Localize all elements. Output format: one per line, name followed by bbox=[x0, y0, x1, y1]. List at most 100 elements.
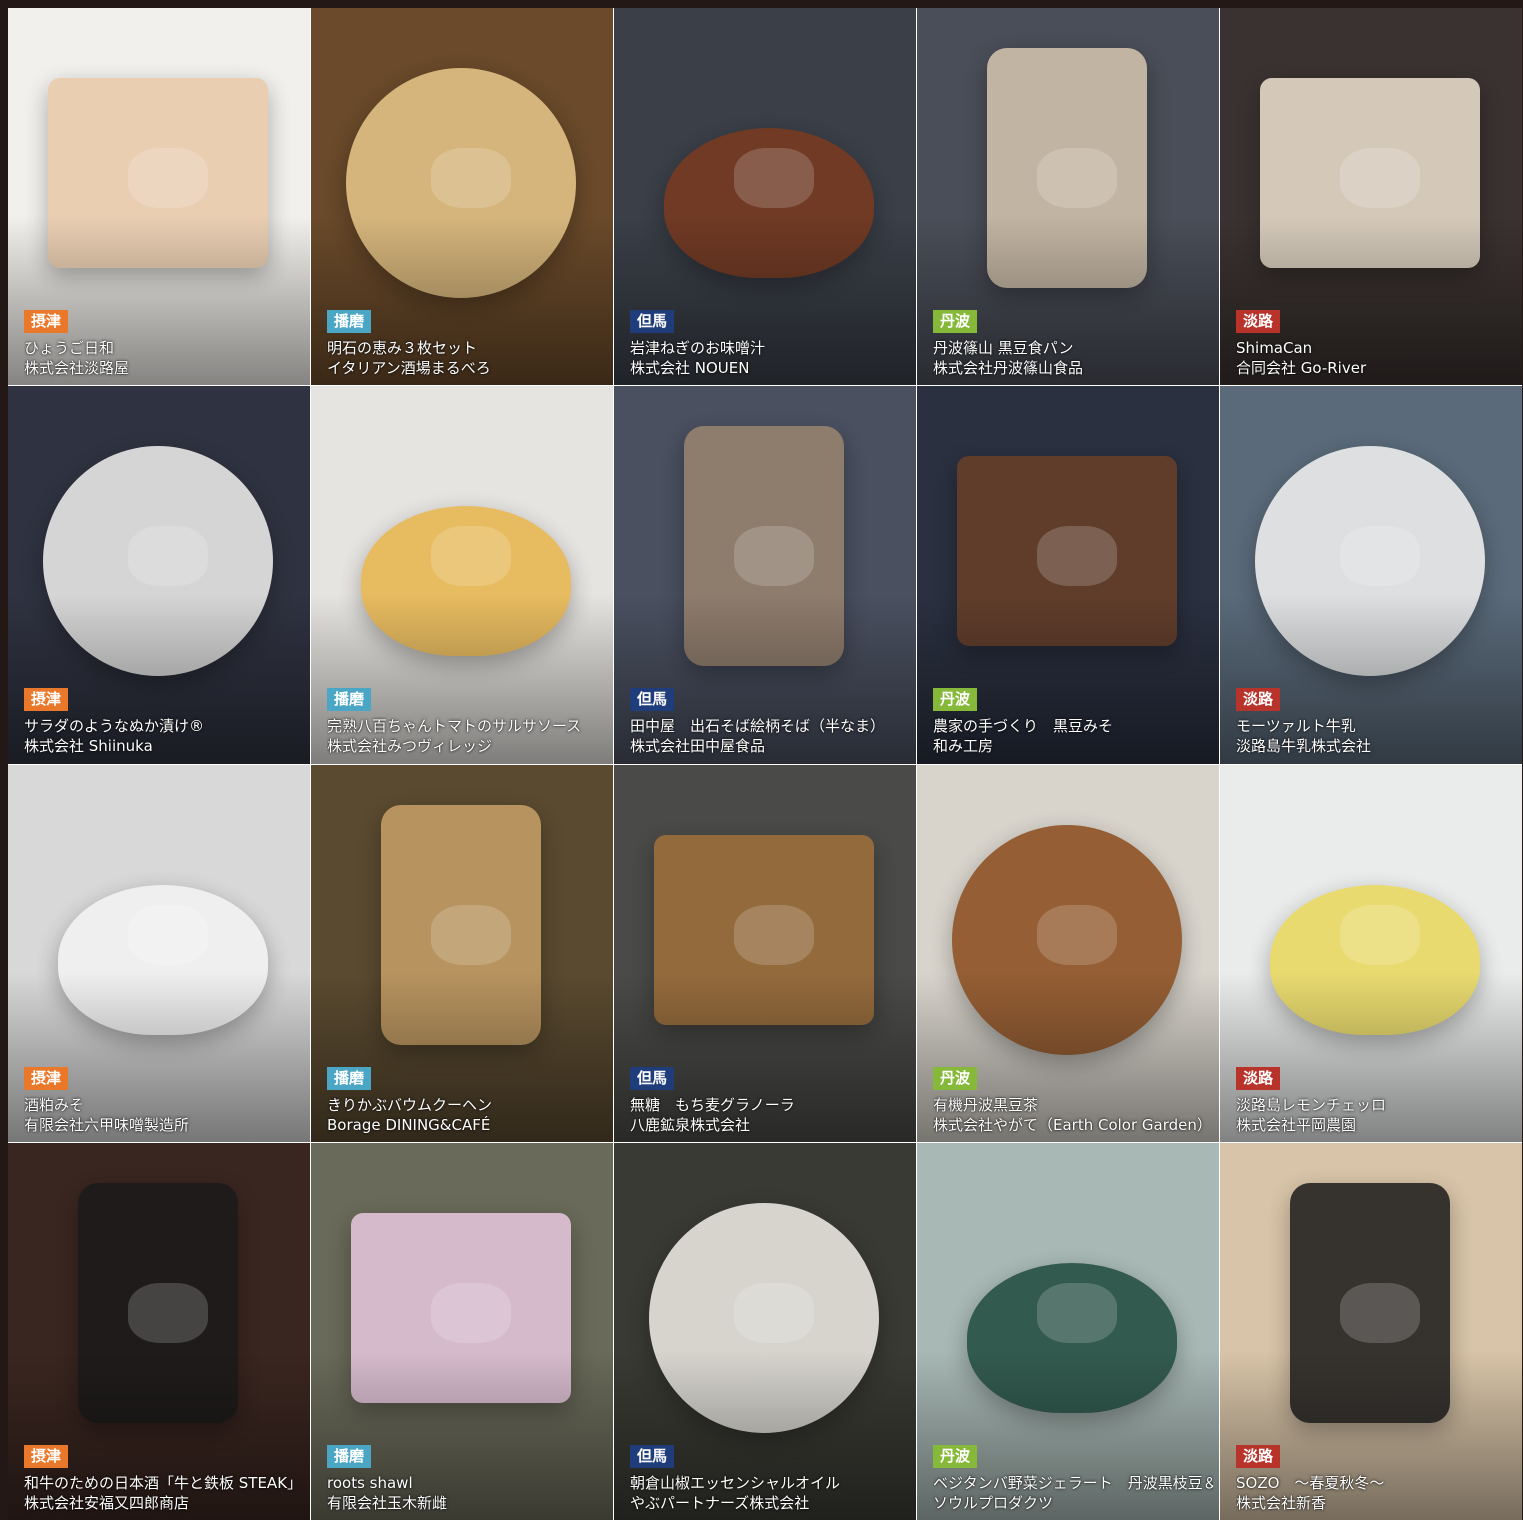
product-name: サラダのようなぬか漬け® bbox=[24, 717, 205, 736]
company-name: 和み工房 bbox=[933, 737, 994, 756]
product-name: 有機丹波黒豆茶 bbox=[933, 1095, 1039, 1114]
product-caption: ひょうご日和 株式会社淡路屋 bbox=[24, 338, 304, 378]
product-caption: ShimaCan 合同会社 Go-River bbox=[1236, 338, 1516, 378]
company-name: 株式会社やがて（Earth Color Garden） bbox=[933, 1115, 1212, 1134]
company-name: 株式会社新香 bbox=[1236, 1493, 1327, 1512]
product-name: 淡路島レモンチェッロ bbox=[1236, 1095, 1387, 1114]
region-badge: 播磨 bbox=[327, 310, 372, 333]
company-name: 有限会社六甲味噌製造所 bbox=[24, 1115, 190, 1134]
product-name: 農家の手づくり 黒豆みそ bbox=[933, 717, 1114, 736]
company-name: やぶパートナーズ株式会社 bbox=[630, 1493, 810, 1512]
company-name: 株式会社 Shiinuka bbox=[24, 737, 153, 756]
product-name: ShimaCan bbox=[1236, 339, 1313, 357]
product-name: roots shawl bbox=[327, 1473, 413, 1492]
region-badge: 但馬 bbox=[630, 310, 675, 333]
product-caption: 田中屋 出石そば絵柄そば（半なま） 株式会社田中屋食品 bbox=[630, 716, 910, 756]
region-badge: 但馬 bbox=[630, 688, 675, 712]
product-name: モーツァルト牛乳 bbox=[1236, 717, 1356, 736]
region-badge: 淡路 bbox=[1236, 310, 1281, 333]
product-name: ベジタンバ野菜ジェラート 丹波黒枝豆＆ミルク bbox=[933, 1473, 1213, 1492]
company-name: 株式会社みつヴィレッジ bbox=[327, 737, 493, 756]
product-name: SOZO ～春夏秋冬～ bbox=[1236, 1473, 1385, 1492]
region-badge: 但馬 bbox=[630, 1066, 675, 1090]
region-badge: 丹波 bbox=[933, 688, 978, 712]
company-name: Borage DINING&CAFÉ bbox=[327, 1115, 491, 1134]
product-tile[interactable]: 播磨 roots shawl 有限会社玉木新雌 bbox=[311, 1142, 613, 1520]
product-caption: 淡路島レモンチェッロ 株式会社平岡農園 bbox=[1236, 1095, 1516, 1135]
product-name: 明石の恵み３枚セット bbox=[327, 339, 478, 357]
region-badge: 但馬 bbox=[630, 1444, 675, 1468]
region-badge: 丹波 bbox=[933, 1066, 978, 1090]
region-badge: 淡路 bbox=[1236, 688, 1281, 712]
region-badge: 淡路 bbox=[1236, 1444, 1281, 1468]
product-caption: 朝倉山椒エッセンシャルオイル やぶパートナーズ株式会社 bbox=[630, 1473, 910, 1513]
product-tile[interactable]: 淡路 ShimaCan 合同会社 Go-River bbox=[1220, 8, 1522, 386]
product-tile[interactable]: 丹波丹波篠山 黒豆食パン 株式会社丹波篠山食品 bbox=[917, 8, 1219, 386]
product-caption: ベジタンバ野菜ジェラート 丹波黒枝豆＆ミルクソウルプロダクツ bbox=[933, 1473, 1213, 1513]
product-tile[interactable]: 淡路 SOZO ～春夏秋冬～ 株式会社新香 bbox=[1220, 1142, 1522, 1520]
company-name: 株式会社安福又四郎商店 bbox=[24, 1493, 190, 1512]
product-tile[interactable]: 丹波ベジタンバ野菜ジェラート 丹波黒枝豆＆ミルクソウルプロダクツ bbox=[917, 1142, 1219, 1520]
company-name: 株式会社 NOUEN bbox=[630, 359, 750, 377]
product-name: 和牛のための日本酒「牛と鉄板 STEAK」 bbox=[24, 1473, 303, 1492]
product-caption: 有機丹波黒豆茶 株式会社やがて（Earth Color Garden） bbox=[933, 1095, 1213, 1135]
product-tile[interactable]: 摂津酒粕みそ 有限会社六甲味噌製造所 bbox=[8, 764, 310, 1142]
product-tile[interactable]: 但馬朝倉山椒エッセンシャルオイル やぶパートナーズ株式会社 bbox=[614, 1142, 916, 1520]
product-caption: 農家の手づくり 黒豆みそ 和み工房 bbox=[933, 716, 1213, 756]
product-caption: きりかぶバウムクーヘン Borage DINING&CAFÉ bbox=[327, 1095, 607, 1135]
company-name: 八鹿鉱泉株式会社 bbox=[630, 1115, 751, 1134]
product-tile[interactable]: 但馬岩津ねぎのお味噌汁 株式会社 NOUEN bbox=[614, 8, 916, 386]
product-name: 丹波篠山 黒豆食パン bbox=[933, 339, 1074, 357]
region-badge: 摂津 bbox=[24, 1444, 69, 1468]
product-tile[interactable]: 丹波農家の手づくり 黒豆みそ 和み工房 bbox=[917, 386, 1219, 764]
product-tile[interactable]: 播磨きりかぶバウムクーヘン Borage DINING&CAFÉ bbox=[311, 764, 613, 1142]
product-caption: SOZO ～春夏秋冬～ 株式会社新香 bbox=[1236, 1473, 1516, 1513]
product-tile[interactable]: 摂津ひょうご日和 株式会社淡路屋 bbox=[8, 8, 310, 386]
product-name: きりかぶバウムクーヘン bbox=[327, 1095, 493, 1114]
product-tile[interactable]: 摂津サラダのようなぬか漬け® 株式会社 Shiinuka bbox=[8, 386, 310, 764]
product-caption: 無糖 もち麦グラノーラ 八鹿鉱泉株式会社 bbox=[630, 1095, 910, 1135]
region-badge: 丹波 bbox=[933, 310, 978, 333]
product-tile[interactable]: 播磨明石の恵み３枚セット イタリアン酒場まるべろ bbox=[311, 8, 613, 386]
product-caption: サラダのようなぬか漬け® 株式会社 Shiinuka bbox=[24, 716, 304, 756]
product-tile[interactable]: 淡路淡路島レモンチェッロ 株式会社平岡農園 bbox=[1220, 764, 1522, 1142]
region-badge: 丹波 bbox=[933, 1444, 978, 1468]
region-badge: 淡路 bbox=[1236, 1066, 1281, 1090]
company-name: 株式会社平岡農園 bbox=[1236, 1115, 1357, 1134]
product-tile[interactable]: 但馬無糖 もち麦グラノーラ 八鹿鉱泉株式会社 bbox=[614, 764, 916, 1142]
company-name: 淡路島牛乳株式会社 bbox=[1236, 737, 1372, 756]
product-tile[interactable]: 淡路モーツァルト牛乳 淡路島牛乳株式会社 bbox=[1220, 386, 1522, 764]
product-grid: 摂津 ひょうご日和 株式会社淡路屋 播磨 明石の恵み３枚セット イタリアン酒場まるべろ 但馬… bbox=[8, 8, 1522, 1520]
product-caption: 完熟八百ちゃんトマトのサルサソース 株式会社みつヴィレッジ bbox=[327, 716, 607, 756]
company-name: ソウルプロダクツ bbox=[933, 1493, 1054, 1512]
company-name: イタリアン酒場まるべろ bbox=[327, 359, 491, 377]
region-badge: 摂津 bbox=[24, 1066, 69, 1090]
region-badge: 播磨 bbox=[327, 1066, 372, 1090]
region-badge: 播磨 bbox=[327, 688, 372, 712]
product-caption: 和牛のための日本酒「牛と鉄板 STEAK」 株式会社安福又四郎商店 bbox=[24, 1473, 304, 1513]
product-caption: モーツァルト牛乳 淡路島牛乳株式会社 bbox=[1236, 716, 1516, 756]
region-badge: 摂津 bbox=[24, 310, 69, 333]
company-name: 合同会社 Go-River bbox=[1236, 359, 1367, 377]
company-name: 有限会社玉木新雌 bbox=[327, 1493, 448, 1512]
product-caption: 酒粕みそ 有限会社六甲味噌製造所 bbox=[24, 1095, 304, 1135]
product-name: 田中屋 出石そば絵柄そば（半なま） bbox=[630, 717, 886, 736]
product-caption: 明石の恵み３枚セット イタリアン酒場まるべろ bbox=[327, 338, 607, 378]
product-tile[interactable]: 播磨完熟八百ちゃんトマトのサルサソース 株式会社みつヴィレッジ bbox=[311, 386, 613, 764]
product-name: 岩津ねぎのお味噌汁 bbox=[630, 339, 766, 357]
product-name: 朝倉山椒エッセンシャルオイル bbox=[630, 1473, 841, 1492]
product-tile[interactable]: 摂津和牛のための日本酒「牛と鉄板 STEAK」 株式会社安福又四郎商店 bbox=[8, 1142, 310, 1520]
product-name: 完熟八百ちゃんトマトのサルサソース bbox=[327, 717, 582, 736]
product-tile[interactable]: 丹波有機丹波黒豆茶 株式会社やがて（Earth Color Garden） bbox=[917, 764, 1219, 1142]
region-badge: 播磨 bbox=[327, 1444, 372, 1468]
product-caption: 丹波篠山 黒豆食パン 株式会社丹波篠山食品 bbox=[933, 338, 1213, 378]
company-name: 株式会社田中屋食品 bbox=[630, 737, 766, 756]
product-caption: 岩津ねぎのお味噌汁 株式会社 NOUEN bbox=[630, 338, 910, 378]
product-tile[interactable]: 但馬田中屋 出石そば絵柄そば（半なま） 株式会社田中屋食品 bbox=[614, 386, 916, 764]
company-name: 株式会社丹波篠山食品 bbox=[933, 359, 1084, 377]
region-badge: 摂津 bbox=[24, 688, 69, 712]
company-name: 株式会社淡路屋 bbox=[24, 359, 130, 377]
product-caption: roots shawl 有限会社玉木新雌 bbox=[327, 1473, 607, 1513]
product-name: ひょうご日和 bbox=[24, 339, 115, 357]
product-name: 酒粕みそ bbox=[24, 1095, 85, 1114]
